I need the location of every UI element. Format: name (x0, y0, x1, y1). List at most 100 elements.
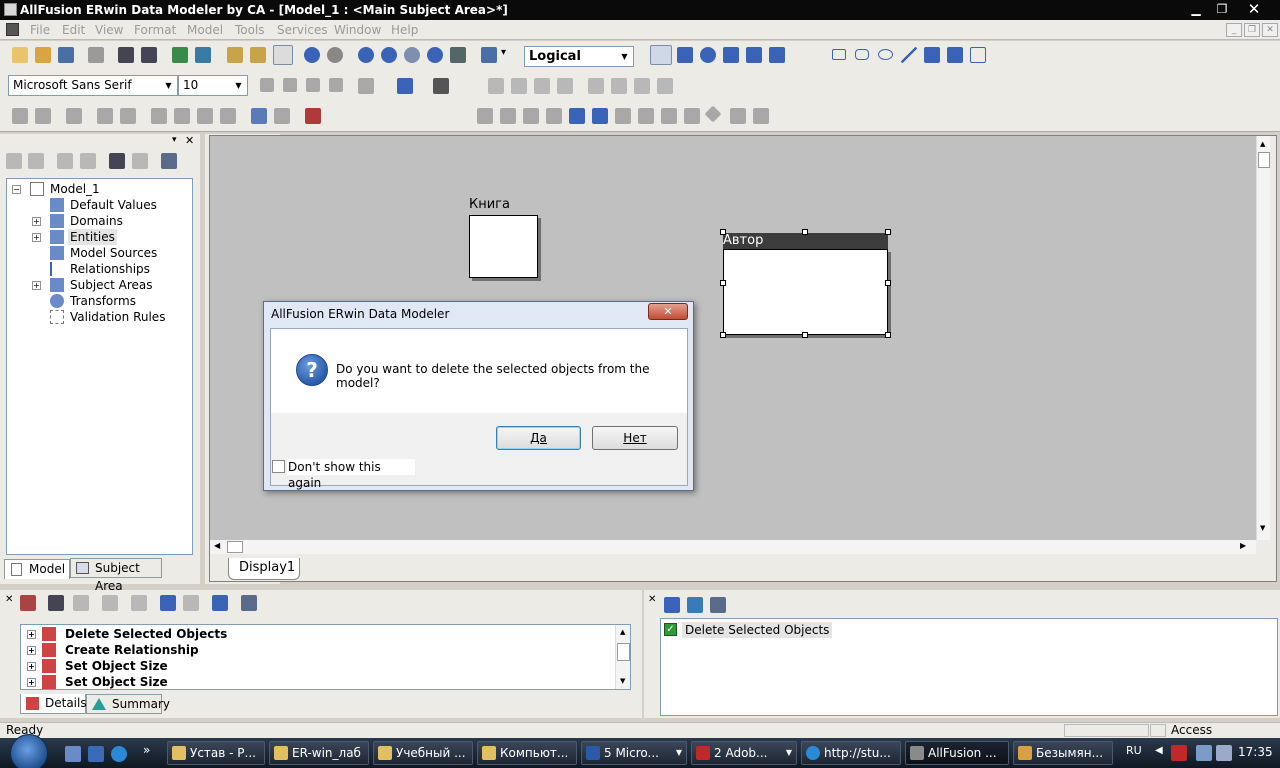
canvas-horizontal-scrollbar[interactable]: ◀ ▶ (210, 540, 1256, 554)
rectangle-tool-icon[interactable] (832, 49, 846, 60)
layout-right-icon[interactable] (684, 108, 700, 124)
layout-stacked-icon[interactable] (592, 108, 608, 124)
tx-view-icon[interactable] (687, 597, 703, 613)
tab-details[interactable]: Details (20, 694, 87, 714)
volume-icon[interactable] (1216, 745, 1232, 761)
pointer-tool-icon[interactable] (650, 45, 672, 65)
space-down-icon[interactable] (611, 78, 627, 94)
ellipse-tool-icon[interactable] (878, 49, 893, 60)
antivirus-icon[interactable] (1171, 745, 1187, 761)
mdi-minimize-button[interactable]: _ (1226, 23, 1242, 37)
panel-close-icon[interactable]: ✕ (648, 594, 656, 605)
reports-icon[interactable] (227, 47, 243, 63)
menu-model[interactable]: Model (187, 22, 223, 38)
resize-handle[interactable] (885, 229, 891, 235)
menu-format[interactable]: Format (134, 22, 176, 38)
no-button[interactable]: Нет (592, 426, 678, 450)
explorer-filter-icon[interactable] (161, 153, 177, 169)
expand-icon[interactable]: + (32, 233, 41, 242)
make-same-size-icon[interactable] (634, 78, 650, 94)
transform-icon[interactable] (251, 108, 267, 124)
tab-model[interactable]: Model (4, 559, 70, 579)
log-options-icon[interactable] (241, 595, 257, 611)
back-icon[interactable] (6, 153, 22, 169)
tx-save-icon[interactable] (664, 597, 680, 613)
display-level-select[interactable]: Logical ▼ (524, 46, 634, 67)
open-icon[interactable] (35, 47, 51, 63)
resize-handle[interactable] (720, 332, 726, 338)
italic-icon[interactable] (283, 78, 297, 92)
find-icon[interactable] (118, 47, 134, 63)
dialog-close-button[interactable]: ✕ (648, 303, 688, 320)
show-desktop-icon[interactable] (65, 746, 81, 762)
close-button[interactable]: ✕ (1242, 1, 1266, 18)
menu-view[interactable]: View (95, 22, 123, 38)
scroll-thumb[interactable] (617, 643, 630, 661)
expand-icon[interactable]: + (32, 281, 41, 290)
non-identifying-relationship-icon[interactable] (769, 47, 785, 63)
subject-area-icon[interactable] (35, 108, 51, 124)
font-name-select[interactable]: Microsoft Sans Serif ▼ (8, 75, 178, 96)
action-log-scrollbar[interactable]: ▲ ▼ (615, 625, 630, 689)
horizontal-scroll-thumb[interactable] (227, 541, 243, 553)
forward-engineer-icon[interactable] (151, 108, 167, 124)
task-button[interactable]: ER-win_лаб (269, 741, 369, 765)
layout-up-icon[interactable] (638, 108, 654, 124)
entity-tool-icon[interactable] (677, 47, 693, 63)
annotation-tool-icon[interactable] (947, 47, 963, 63)
task-button-active[interactable]: AllFusion ... (905, 741, 1009, 765)
layout-circular-icon[interactable] (523, 108, 539, 124)
tx-options-icon[interactable] (710, 597, 726, 613)
redo-icon[interactable] (327, 47, 343, 63)
panel-close-icon[interactable]: ✕ (5, 594, 13, 605)
db-icon[interactable] (197, 108, 213, 124)
mdi-restore-button[interactable]: ❐ (1244, 23, 1260, 37)
menu-tools[interactable]: Tools (235, 22, 265, 38)
strikeout-icon[interactable] (329, 78, 343, 92)
log-undo-icon[interactable] (102, 595, 118, 611)
lock-icon[interactable] (66, 108, 82, 124)
minimize-button[interactable]: ▁ (1184, 1, 1208, 18)
bold-icon[interactable] (260, 78, 274, 92)
dont-show-checkbox[interactable] (272, 460, 285, 473)
align-center-icon[interactable] (511, 78, 527, 94)
document-icon[interactable] (6, 23, 19, 36)
report-template-icon[interactable] (220, 108, 236, 124)
resize-handle[interactable] (802, 332, 808, 338)
scroll-left-icon[interactable]: ◀ (214, 541, 220, 550)
polyline-tool-icon[interactable] (924, 47, 940, 63)
expand-icon[interactable]: + (27, 646, 36, 655)
layout-hierarchical-icon[interactable] (477, 108, 493, 124)
import-icon[interactable] (172, 47, 188, 63)
new-icon[interactable] (12, 47, 28, 63)
expand-icon[interactable]: + (27, 662, 36, 671)
forward-icon[interactable] (28, 153, 44, 169)
rounded-rectangle-tool-icon[interactable] (855, 49, 869, 60)
resize-handle[interactable] (885, 280, 891, 286)
layout-down-icon[interactable] (615, 108, 631, 124)
complete-compare-icon[interactable] (97, 108, 113, 124)
align-right-icon[interactable] (534, 78, 550, 94)
font-color-icon[interactable] (358, 78, 374, 94)
explorer-delete-icon[interactable] (80, 153, 96, 169)
save-icon[interactable] (58, 47, 74, 63)
expand-icon[interactable]: + (27, 630, 36, 639)
task-button[interactable]: Компьют... (477, 741, 577, 765)
entity-kniga[interactable] (469, 215, 538, 278)
menu-edit[interactable]: Edit (62, 22, 85, 38)
macro-icon[interactable] (274, 108, 290, 124)
scroll-up-icon[interactable]: ▲ (1260, 140, 1265, 148)
task-button[interactable]: 2 Adob... ▼ (691, 741, 797, 765)
scroll-down-icon[interactable]: ▼ (1260, 524, 1265, 532)
copy-icon[interactable] (250, 47, 266, 63)
dont-show-label[interactable]: Don't show this again (287, 459, 415, 490)
menu-help[interactable]: Help (391, 22, 418, 38)
resize-handle[interactable] (720, 280, 726, 286)
layout-dropdown-icon[interactable]: ▾ (501, 47, 511, 63)
explorer-find-icon[interactable] (109, 153, 125, 169)
log-expand-icon[interactable] (160, 595, 176, 611)
log-redo-icon[interactable] (131, 595, 147, 611)
layout-symmetric-icon[interactable] (546, 108, 562, 124)
layout-options-icon[interactable] (753, 108, 769, 124)
zoom-fit-icon[interactable] (427, 47, 443, 63)
